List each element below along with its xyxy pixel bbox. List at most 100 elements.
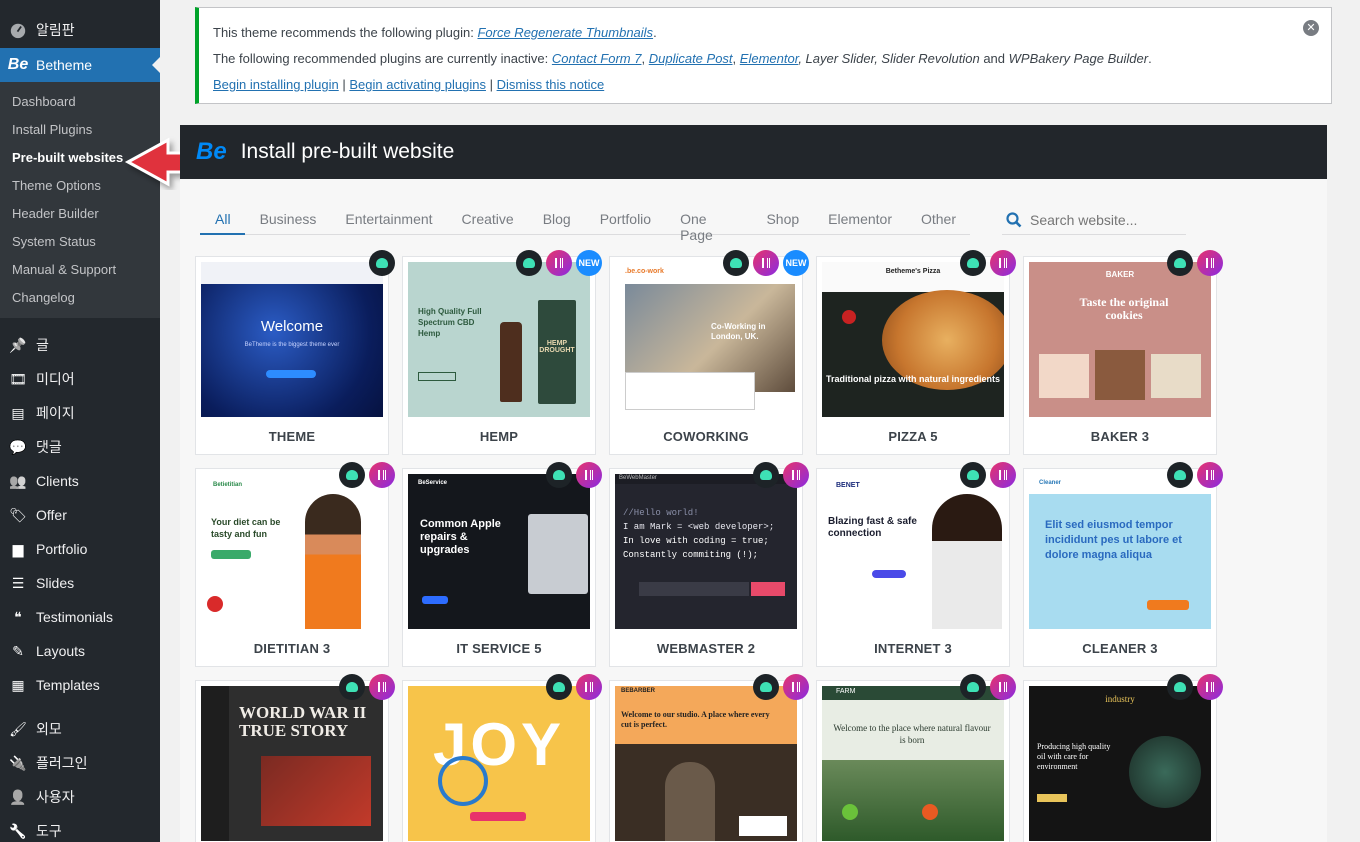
menu-label: Slides [36, 575, 75, 591]
menu-item-tools[interactable]: 🔧 도구 [0, 814, 160, 842]
tab-shop[interactable]: Shop [751, 205, 813, 235]
website-thumbnail: Cleaner Elit sed eiusmod tempor incididu… [1029, 474, 1211, 629]
thumb-text: WORLD WAR II TRUE STORY [239, 703, 367, 740]
badge-group [339, 674, 395, 700]
website-name: HEMP [479, 429, 519, 444]
menu-item-pin[interactable]: 📌 글 [0, 328, 160, 362]
force-regenerate-link[interactable]: Force Regenerate Thumbnails [477, 25, 653, 40]
badge-group [753, 462, 809, 488]
menu-item-slides[interactable]: ☰ Slides [0, 566, 160, 600]
notice-text: . [1148, 51, 1152, 66]
thumb-text: BeTheme is the biggest theme ever [244, 342, 340, 348]
thumb-text: I am Mark = <web developer>; [623, 522, 775, 532]
begin-installing-link[interactable]: Begin installing plugin [213, 77, 339, 92]
thumb-text: Producing high quality oil with care for… [1037, 742, 1111, 771]
betheme-builder-icon [753, 462, 779, 488]
menu-item-user[interactable]: 👤 사용자 [0, 780, 160, 814]
website-thumbnail: Welcome BeTheme is the biggest theme eve… [201, 262, 383, 417]
tab-blog[interactable]: Blog [528, 205, 585, 235]
tab-entertainment[interactable]: Entertainment [330, 205, 446, 235]
close-icon[interactable]: ✕ [1303, 20, 1319, 36]
website-card[interactable]: Cleaner Elit sed eiusmod tempor incididu… [1023, 462, 1223, 667]
begin-activating-link[interactable]: Begin activating plugins [349, 77, 486, 92]
pin-icon: 📌 [9, 336, 27, 353]
thumb-text: Cleaner [1039, 480, 1062, 486]
menu-item-pages[interactable]: ▤ 페이지 [0, 396, 160, 430]
thumb-text: Welcome to our studio. A place where eve… [621, 710, 770, 729]
menu-label: 알림판 [36, 22, 75, 38]
website-card[interactable]: BeWebMaster //Hello world! I am Mark = <… [609, 462, 809, 667]
badge-group [960, 462, 1016, 488]
new-badge: NEW [783, 250, 809, 276]
search-input[interactable] [1030, 211, 1180, 228]
submenu-system-status[interactable]: System Status [0, 228, 160, 256]
tab-all[interactable]: All [200, 205, 245, 235]
website-card[interactable]: WORLD WAR II TRUE STORY [195, 674, 395, 842]
menu-label: Offer [36, 507, 67, 523]
duplicate-post-link[interactable]: Duplicate Post [649, 51, 733, 66]
website-card[interactable]: BEBARBER Welcome to our studio. A place … [609, 674, 809, 842]
thumb-text: //Hello world! [623, 508, 699, 518]
badge-group [546, 462, 602, 488]
plugin-icon: 🔌 [9, 754, 27, 771]
menu-item-media[interactable]: 🎞 미디어 [0, 362, 160, 396]
submenu-manual-support[interactable]: Manual & Support [0, 256, 160, 284]
website-name: DIETITIAN 3 [253, 641, 331, 656]
thumb-text: Traditional pizza with natural ingredien… [825, 374, 1001, 384]
admin-sidebar: 알림판 Be Betheme Dashboard Install Plugins… [0, 0, 160, 842]
user-icon: 👤 [9, 788, 27, 805]
submenu-header-builder[interactable]: Header Builder [0, 200, 160, 228]
website-card[interactable]: BeService Common Apple repairs & upgrade… [402, 462, 602, 667]
website-card[interactable]: FARM Welcome to the place where natural … [816, 674, 1016, 842]
menu-item-quote[interactable]: ❝ Testimonials [0, 600, 160, 634]
menu-item-plugin[interactable]: 🔌 플러그인 [0, 746, 160, 780]
thumb-text: BENET [836, 482, 860, 489]
website-card[interactable]: BAKER Taste the original cookies BAKER 3 [1023, 250, 1223, 455]
quote-icon: ❝ [14, 608, 22, 625]
website-name: COWORKING [663, 429, 749, 444]
thumb-text: FARM [836, 688, 856, 695]
website-card[interactable]: Betheme's Pizza Traditional pizza with n… [816, 250, 1016, 455]
menu-item-pencil[interactable]: ✎ Layouts [0, 634, 160, 668]
menu-item-comments[interactable]: 💬 댓글 [0, 430, 160, 464]
tab-other[interactable]: Other [906, 205, 970, 235]
thumb-text: Common Apple repairs & upgrades [420, 518, 501, 556]
website-card[interactable]: industry Producing high quality oil with… [1023, 674, 1223, 842]
thumb-text: Constantly commiting (!); [623, 550, 759, 560]
thumb-text: HEMP DROUGHT [539, 340, 575, 354]
website-card[interactable]: Welcome BeTheme is the biggest theme eve… [195, 250, 395, 455]
menu-item-portfolio[interactable]: ▆ Portfolio [0, 532, 160, 566]
menu-dashboard[interactable]: 알림판 [0, 13, 160, 47]
website-card[interactable]: .be.co-work Co-Working in London, UK. CO… [609, 250, 809, 455]
website-card[interactable]: JOY [402, 674, 602, 842]
submenu-dashboard[interactable]: Dashboard [0, 88, 160, 116]
menu-item-templates[interactable]: ▦ Templates [0, 668, 160, 702]
badge-group [1167, 674, 1223, 700]
tab-one-page[interactable]: One Page [665, 205, 751, 243]
website-card[interactable]: BENET Blazing fast & safe connection INT… [816, 462, 1016, 667]
contact-form-link[interactable]: Contact Form 7 [552, 51, 642, 66]
menu-label: Testimonials [36, 609, 114, 625]
badge-group [960, 250, 1016, 276]
website-card[interactable]: High Quality Full Spectrum CBD Hemp HEMP… [402, 250, 602, 455]
submenu-changelog[interactable]: Changelog [0, 284, 160, 312]
badge-group: NEW [516, 250, 602, 276]
elementor-link[interactable]: Elementor [740, 51, 799, 66]
tab-portfolio[interactable]: Portfolio [585, 205, 665, 235]
website-card[interactable]: Betietitian Your diet can be tasty and f… [195, 462, 395, 667]
menu-item-brush[interactable]: 🖌 외모 [0, 712, 160, 746]
notice-text: , Layer Slider, Slider Revolution [798, 51, 980, 66]
badge-group [753, 674, 809, 700]
thumb-text: .be.co-work [625, 268, 664, 275]
tab-creative[interactable]: Creative [447, 205, 528, 235]
dismiss-notice-link[interactable]: Dismiss this notice [497, 77, 605, 92]
tab-elementor[interactable]: Elementor [813, 205, 906, 235]
menu-item-clients[interactable]: 👥 Clients [0, 464, 160, 498]
menu-item-tag[interactable]: 🏷 Offer [0, 498, 160, 532]
prebuilt-content: All Business Entertainment Creative Blog Port… [180, 179, 1327, 842]
menu-betheme[interactable]: Be Betheme [0, 48, 160, 82]
tab-business[interactable]: Business [245, 205, 331, 235]
website-thumbnail: BEBARBER Welcome to our studio. A place … [615, 686, 797, 841]
separator: | [485, 77, 497, 92]
menu-label: 댓글 [36, 439, 62, 455]
